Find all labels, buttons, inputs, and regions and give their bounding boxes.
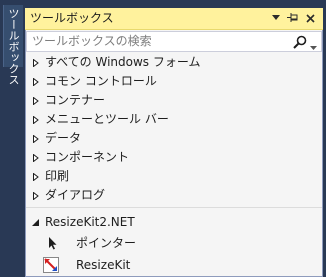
pin-dropdown-icon[interactable] (269, 10, 283, 26)
category-label: ダイアログ (45, 188, 106, 202)
category-list: すべての Windows フォーム コモン コントロール コンテナー メニューと… (26, 53, 322, 205)
category-row[interactable]: コンテナー (26, 91, 322, 110)
expand-arrow-icon[interactable] (32, 97, 40, 105)
category-row[interactable]: すべての Windows フォーム (26, 53, 322, 72)
category-label: コンテナー (45, 93, 106, 107)
search-dropdown-icon[interactable] (310, 37, 318, 50)
toolbox-item-label: ポインター (76, 236, 137, 250)
category-label: すべての Windows フォーム (45, 55, 201, 69)
search-placeholder: ツールボックスの検索 (32, 34, 152, 48)
category-row[interactable]: ダイアログ (26, 186, 322, 205)
toolbox-item-label: ResizeKit (76, 258, 131, 272)
toolbox-item-resizekit[interactable]: ResizeKit (26, 254, 322, 276)
expand-arrow-icon[interactable] (32, 135, 40, 143)
category-label: データ (45, 131, 82, 145)
expand-arrow-icon[interactable] (32, 59, 40, 67)
expand-arrow-icon[interactable] (32, 78, 40, 86)
side-tab-label: ツールボックス (7, 8, 20, 85)
toolbox-title: ツールボックス (30, 11, 114, 25)
category-label: メニューとツール バー (45, 112, 169, 126)
expanded-category-row[interactable]: ResizeKit2.NET (26, 213, 322, 232)
category-separator (26, 207, 322, 208)
side-tab-toolbox[interactable]: ツールボックス (3, 5, 23, 85)
collapse-arrow-icon[interactable] (31, 218, 40, 227)
expand-arrow-icon[interactable] (32, 173, 40, 181)
toolbox-titlebar[interactable]: ツールボックス (25, 8, 323, 30)
category-row[interactable]: コモン コントロール (26, 72, 322, 91)
category-label: コンポーネント (45, 150, 130, 164)
expand-arrow-icon[interactable] (32, 154, 40, 162)
close-icon[interactable] (303, 10, 317, 26)
category-label: 印刷 (45, 169, 70, 183)
expanded-category-label: ResizeKit2.NET (45, 215, 135, 229)
expand-arrow-icon[interactable] (32, 192, 40, 200)
category-row[interactable]: データ (26, 129, 322, 148)
category-row[interactable]: 印刷 (26, 167, 322, 186)
side-tab-strip: ツールボックス (0, 0, 24, 277)
category-row[interactable]: コンポーネント (26, 148, 322, 167)
category-row[interactable]: メニューとツール バー (26, 110, 322, 129)
category-label: コモン コントロール (45, 74, 157, 88)
toolbox-search-input[interactable]: ツールボックスの検索 (26, 31, 322, 52)
expand-arrow-icon[interactable] (32, 116, 40, 124)
auto-hide-pin-icon[interactable] (286, 10, 300, 26)
toolbox-item-pointer[interactable]: ポインター (26, 232, 322, 254)
search-icon[interactable] (293, 34, 307, 49)
resizekit-icon (43, 257, 59, 273)
pointer-arrow-icon (49, 237, 57, 250)
